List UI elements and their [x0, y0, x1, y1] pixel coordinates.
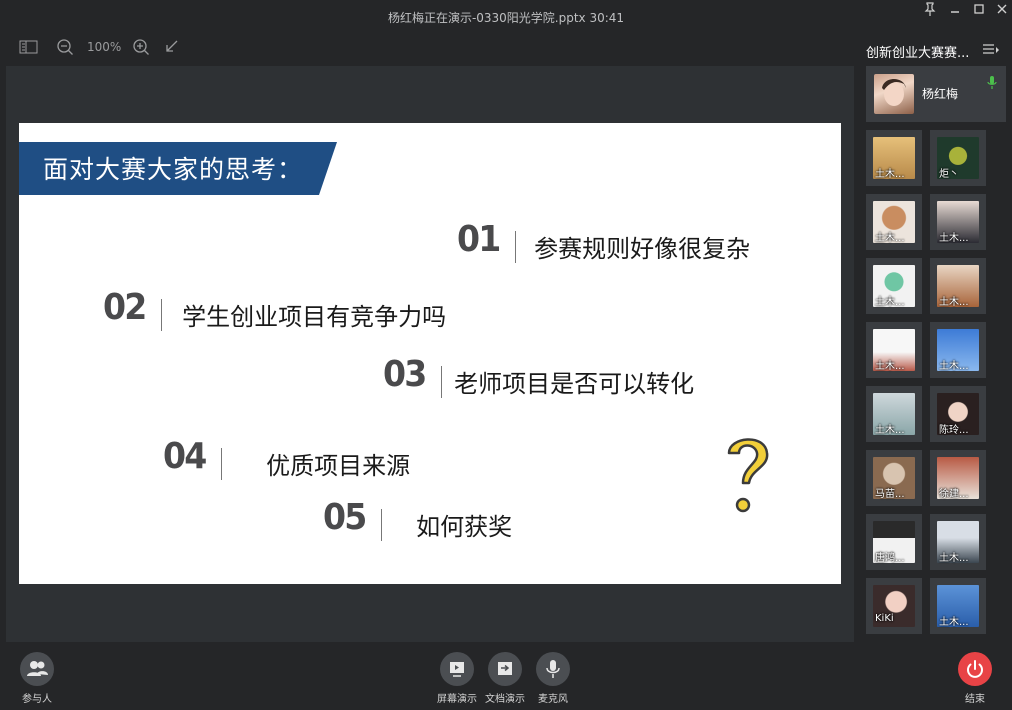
- participant-name: 马苗...: [875, 489, 905, 500]
- slide-heading: 面对大赛大家的思考：: [43, 155, 304, 184]
- slide-item-01: 01 参赛规则好像很复杂: [457, 219, 750, 264]
- document-share-icon: [498, 662, 512, 675]
- participant-tile[interactable]: 土木...: [866, 258, 922, 314]
- participant-name: 土木...: [939, 233, 969, 244]
- avatar: [874, 74, 914, 114]
- participant-tile[interactable]: 马苗...: [866, 450, 922, 506]
- participant-name: 土木...: [875, 233, 905, 244]
- zoom-level: 100%: [87, 40, 122, 54]
- slide-canvas: 面对大赛大家的思考： 01 参赛规则好像很复杂 02 学生创业项目有竞争力吗 03 老…: [19, 123, 841, 584]
- participant-tile[interactable]: 唐鸿...: [866, 514, 922, 570]
- participant-tile[interactable]: 土木...: [930, 322, 986, 378]
- item-number: 03: [383, 354, 427, 395]
- item-divider: [515, 230, 517, 263]
- participant-name: 土木...: [939, 553, 969, 564]
- participant-name: 徐建...: [939, 489, 969, 500]
- pin-icon[interactable]: [919, 2, 941, 20]
- slide-item-03: 03 老师项目是否可以转化: [383, 354, 694, 399]
- microphone-label: 麦克风: [538, 694, 568, 705]
- microphone-button[interactable]: [536, 652, 570, 686]
- participant-name: 土木...: [875, 425, 905, 436]
- fit-screen-icon[interactable]: [164, 36, 180, 58]
- participant-tile[interactable]: 土木...: [866, 386, 922, 442]
- participant-tile[interactable]: 徐建...: [930, 450, 986, 506]
- item-divider: [381, 508, 383, 541]
- participant-name: 炬丶: [939, 169, 959, 180]
- participant-tile[interactable]: 土木...: [930, 578, 986, 634]
- title-bar: 杨红梅正在演示-0330阳光学院.pptx 30:41: [0, 0, 1012, 32]
- participant-name: 唐鸿...: [875, 553, 905, 564]
- minimize-icon[interactable]: [944, 2, 966, 20]
- close-icon[interactable]: [991, 2, 1012, 20]
- participants-label: 参与人: [22, 694, 52, 705]
- participant-tile[interactable]: 炬丶: [930, 130, 986, 186]
- participant-tile[interactable]: 陈玲...: [930, 386, 986, 442]
- participant-name: 土木...: [939, 297, 969, 308]
- participant-tile[interactable]: 土木...: [866, 322, 922, 378]
- item-divider: [161, 298, 163, 331]
- slide-item-04: 04 优质项目来源: [163, 436, 410, 481]
- participant-name: KiKi: [875, 613, 894, 624]
- mic-active-icon: [987, 75, 997, 89]
- item-text: 优质项目来源: [266, 452, 411, 480]
- item-number: 02: [103, 287, 147, 328]
- item-divider: [221, 447, 223, 480]
- power-icon: [967, 660, 983, 678]
- participant-name: 土木...: [875, 361, 905, 372]
- item-text: 如何获奖: [416, 513, 513, 541]
- presenter-name: 杨红梅: [922, 87, 959, 101]
- participant-name: 土木...: [875, 297, 905, 308]
- zoom-out-icon[interactable]: [56, 36, 74, 58]
- screen-share-button[interactable]: [440, 652, 474, 686]
- slide-item-05: 05 如何获奖: [323, 497, 512, 542]
- participant-name: 土木...: [875, 169, 905, 180]
- item-text: 学生创业项目有竞争力吗: [182, 303, 447, 331]
- sidebar-toggle-icon[interactable]: [19, 36, 39, 58]
- item-number: 04: [163, 436, 207, 477]
- participant-name: 陈玲...: [939, 425, 969, 436]
- participant-tile[interactable]: 土木...: [930, 258, 986, 314]
- end-meeting-button[interactable]: [958, 652, 992, 686]
- participant-tile[interactable]: 土木...: [930, 514, 986, 570]
- zoom-in-icon[interactable]: [132, 36, 150, 58]
- participant-tile[interactable]: 土木...: [866, 130, 922, 186]
- item-number: 05: [323, 497, 367, 538]
- list-menu-icon[interactable]: [982, 42, 1000, 56]
- participants-button[interactable]: [20, 652, 54, 686]
- participant-name: 土木...: [939, 361, 969, 372]
- item-text: 老师项目是否可以转化: [454, 370, 695, 398]
- microphone-icon: [546, 660, 560, 678]
- meeting-title: 创新创业大赛赛...: [866, 46, 970, 61]
- item-text: 参赛规则好像很复杂: [534, 235, 751, 263]
- question-mark-icon: [727, 438, 769, 513]
- participant-name: 土木...: [939, 617, 969, 628]
- participant-tile[interactable]: 土木...: [866, 194, 922, 250]
- people-icon: [27, 661, 48, 676]
- item-divider: [441, 365, 443, 398]
- maximize-icon[interactable]: [968, 2, 990, 20]
- presenter-card[interactable]: 杨红梅: [866, 66, 1006, 122]
- window-title: 杨红梅正在演示-0330阳光学院.pptx 30:41: [387, 11, 625, 25]
- end-meeting-label: 结束: [965, 694, 985, 705]
- doc-share-button[interactable]: [488, 652, 522, 686]
- item-number: 01: [457, 219, 501, 260]
- participant-tile[interactable]: 土木...: [930, 194, 986, 250]
- screen-share-icon: [450, 662, 464, 677]
- participant-tile[interactable]: KiKi: [866, 578, 922, 634]
- slide-item-02: 02 学生创业项目有竞争力吗: [103, 287, 446, 332]
